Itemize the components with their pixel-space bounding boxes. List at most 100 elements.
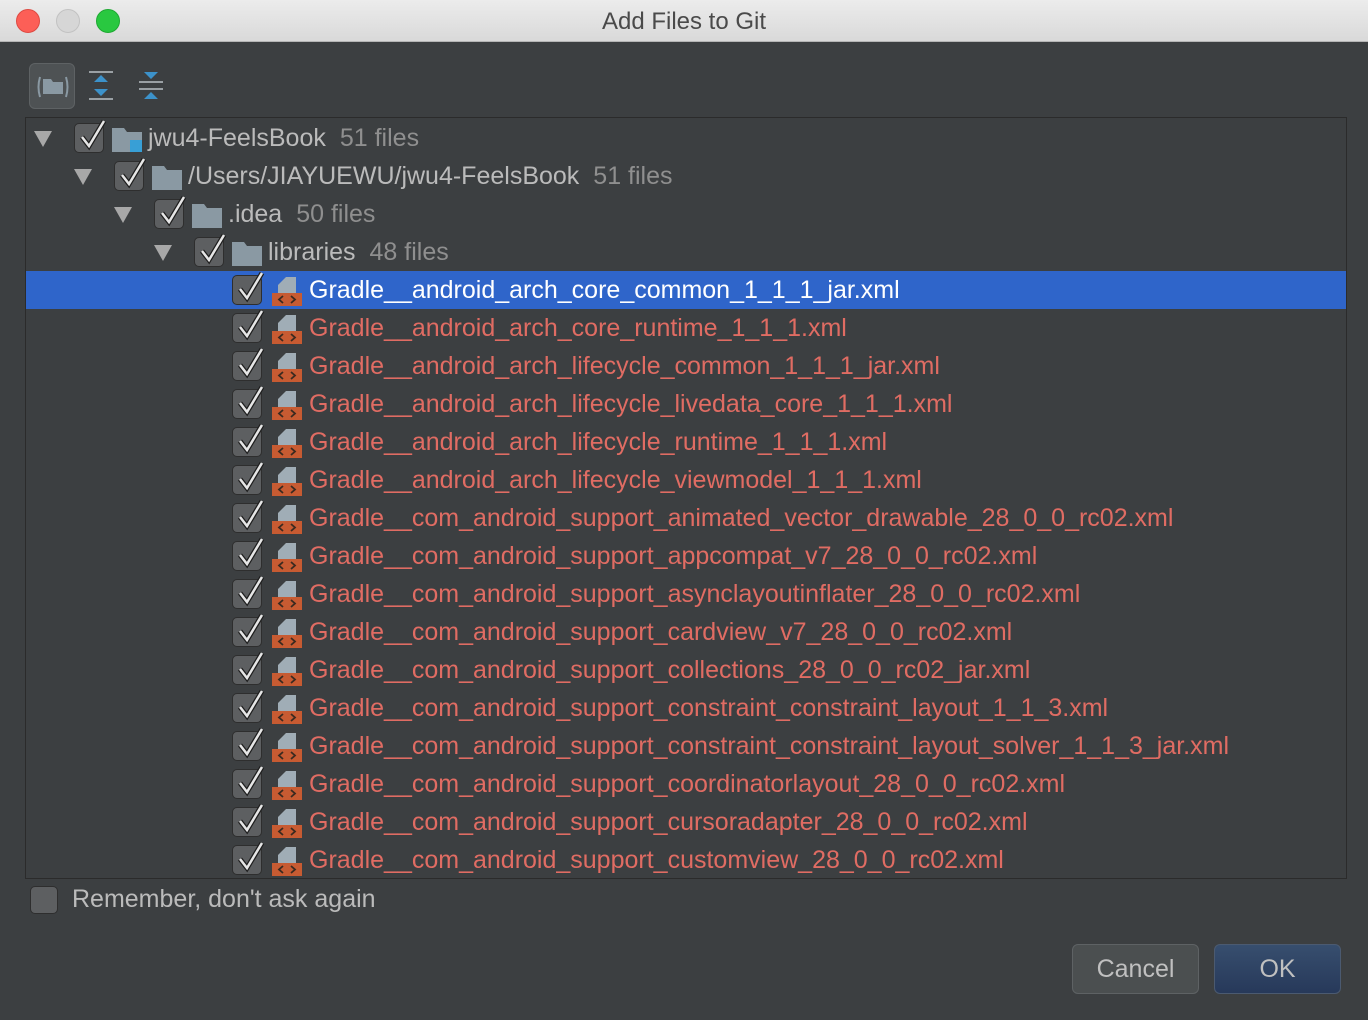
- tree-folder-row[interactable]: .idea 50 files: [26, 195, 1346, 233]
- tree-file-row[interactable]: Gradle__android_arch_lifecycle_livedata_…: [26, 385, 1346, 423]
- file-checkbox[interactable]: [232, 765, 265, 799]
- file-checkbox[interactable]: [232, 537, 265, 571]
- expand-all-icon: [89, 71, 113, 100]
- tree-file-row[interactable]: Gradle__com_android_support_collections_…: [26, 651, 1346, 689]
- xml-file-icon: [272, 353, 302, 382]
- tree-file-row[interactable]: Gradle__android_arch_lifecycle_common_1_…: [26, 347, 1346, 385]
- tree-folder-row[interactable]: libraries 48 files: [26, 233, 1346, 271]
- tree-file-row[interactable]: Gradle__android_arch_core_common_1_1_1_j…: [26, 271, 1346, 309]
- tree-file-row[interactable]: Gradle__android_arch_lifecycle_viewmodel…: [26, 461, 1346, 499]
- tree-file-row[interactable]: Gradle__com_android_support_cursoradapte…: [26, 803, 1346, 841]
- checkmark-icon: [238, 537, 265, 569]
- file-checkbox[interactable]: [232, 309, 265, 343]
- xml-file-icon: [272, 277, 302, 306]
- tree-file-row[interactable]: Gradle__com_android_support_asynclayouti…: [26, 575, 1346, 613]
- file-checkbox[interactable]: [232, 613, 265, 647]
- tree-file-row[interactable]: Gradle__com_android_support_appcompat_v7…: [26, 537, 1346, 575]
- file-count: 51 files: [339, 124, 420, 152]
- cancel-button[interactable]: Cancel: [1072, 944, 1199, 994]
- checkmark-icon: [238, 499, 265, 531]
- file-checkbox[interactable]: [232, 651, 265, 685]
- checkmark-icon: [200, 233, 227, 265]
- xml-file-icon: [272, 505, 302, 534]
- expand-arrow-icon[interactable]: [154, 245, 172, 261]
- file-checkbox[interactable]: [232, 271, 265, 305]
- file-checkbox[interactable]: [232, 841, 265, 875]
- tree-file-row[interactable]: Gradle__com_android_support_coordinatorl…: [26, 765, 1346, 803]
- remember-label[interactable]: Remember, don't ask again: [72, 885, 376, 914]
- file-checkbox[interactable]: [232, 423, 265, 457]
- window-title: Add Files to Git: [601, 8, 767, 35]
- file-checkbox[interactable]: [232, 727, 265, 761]
- tree-file-row[interactable]: Gradle__com_android_support_constraint_c…: [26, 689, 1346, 727]
- folder-icon: [192, 204, 222, 228]
- folder-icon: [152, 166, 182, 190]
- tree-file-row[interactable]: Gradle__com_android_support_animated_vec…: [26, 499, 1346, 537]
- folder-checkbox[interactable]: [74, 119, 107, 153]
- file-name: Gradle__android_arch_lifecycle_viewmodel…: [309, 466, 922, 494]
- remember-checkbox[interactable]: [30, 886, 58, 914]
- xml-file-icon: [272, 619, 302, 648]
- file-checkbox[interactable]: [232, 347, 265, 381]
- tree-file-row[interactable]: Gradle__android_arch_core_runtime_1_1_1.…: [26, 309, 1346, 347]
- checkmark-icon: [238, 803, 265, 835]
- checkmark-icon: [238, 347, 265, 379]
- xml-file-icon: [272, 315, 302, 344]
- xml-file-icon: [272, 429, 302, 458]
- file-checkbox[interactable]: [232, 461, 265, 495]
- xml-file-icon: [272, 809, 302, 838]
- file-count: 51 files: [593, 162, 673, 190]
- tree-folder-row[interactable]: /Users/JIAYUEWU/jwu4-FeelsBook 51 files: [26, 157, 1346, 195]
- xml-file-icon: [272, 467, 302, 496]
- ok-button[interactable]: OK: [1214, 944, 1341, 994]
- tree-file-row[interactable]: Gradle__android_arch_lifecycle_runtime_1…: [26, 423, 1346, 461]
- checkmark-icon: [238, 423, 265, 455]
- expand-arrow-icon[interactable]: [114, 207, 132, 223]
- checkmark-icon: [238, 651, 265, 683]
- file-name: Gradle__com_android_support_cursoradapte…: [309, 808, 1028, 836]
- group-by-directory-icon: [37, 76, 69, 98]
- collapse-all-icon: [139, 72, 163, 99]
- file-name: Gradle__com_android_support_animated_vec…: [309, 504, 1174, 532]
- tree-file-row[interactable]: Gradle__com_android_support_constraint_c…: [26, 727, 1346, 765]
- tree-file-row[interactable]: Gradle__com_android_support_cardview_v7_…: [26, 613, 1346, 651]
- file-name: Gradle__com_android_support_customview_2…: [309, 846, 1004, 874]
- xml-file-icon: [272, 695, 302, 724]
- group-by-directory-button[interactable]: [29, 63, 75, 109]
- file-checkbox[interactable]: [232, 575, 265, 609]
- file-tree[interactable]: jwu4-FeelsBook 51 files/Users/JIAYUEWU/jw…: [25, 117, 1347, 879]
- folder-checkbox[interactable]: [154, 195, 187, 229]
- file-name: Gradle__android_arch_lifecycle_runtime_1…: [309, 428, 888, 456]
- file-name: Gradle__com_android_support_asynclayouti…: [309, 580, 1081, 608]
- folder-checkbox[interactable]: [114, 157, 147, 191]
- checkmark-icon: [120, 157, 147, 189]
- file-count: 48 files: [369, 238, 449, 266]
- file-name: Gradle__com_android_support_constraint_c…: [309, 732, 1230, 760]
- folder-name: libraries: [268, 238, 356, 266]
- project-folder-icon: [112, 128, 142, 152]
- file-count: 50 files: [296, 200, 376, 228]
- checkmark-icon: [238, 575, 265, 607]
- checkmark-icon: [238, 613, 265, 645]
- file-checkbox[interactable]: [232, 689, 265, 723]
- expand-arrow-icon[interactable]: [34, 131, 52, 147]
- file-checkbox[interactable]: [232, 385, 265, 419]
- file-name: Gradle__com_android_support_cardview_v7_…: [309, 618, 1013, 646]
- file-checkbox[interactable]: [232, 499, 265, 533]
- checkmark-icon: [238, 309, 265, 341]
- file-checkbox[interactable]: [232, 803, 265, 837]
- tree-folder-row[interactable]: jwu4-FeelsBook 51 files: [26, 119, 1346, 157]
- xml-file-icon: [272, 847, 302, 876]
- checkmark-icon: [80, 119, 107, 151]
- xml-file-icon: [272, 543, 302, 572]
- xml-file-icon: [272, 581, 302, 610]
- file-name: Gradle__com_android_support_collections_…: [309, 656, 1031, 684]
- collapse-all-button[interactable]: [130, 63, 176, 109]
- checkmark-icon: [238, 385, 265, 417]
- tree-file-row[interactable]: Gradle__com_android_support_customview_2…: [26, 841, 1346, 878]
- expand-all-button[interactable]: [80, 63, 126, 109]
- folder-label: libraries 48 files: [268, 233, 449, 271]
- expand-arrow-icon[interactable]: [74, 169, 92, 185]
- folder-checkbox[interactable]: [194, 233, 227, 267]
- checkmark-icon: [238, 461, 265, 493]
